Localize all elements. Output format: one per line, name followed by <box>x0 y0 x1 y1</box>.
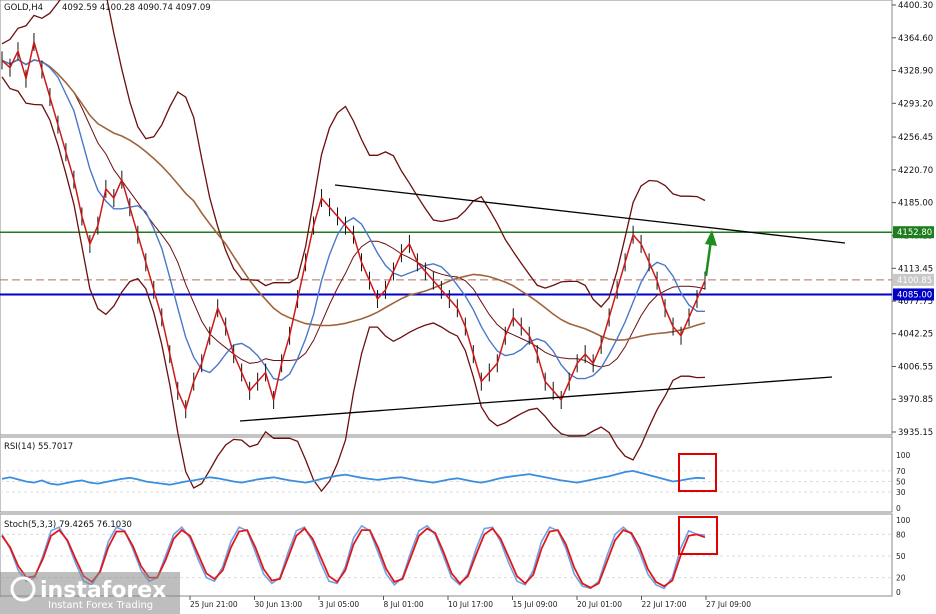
time-tick-label: 27 Jul 09:00 <box>706 600 751 609</box>
watermark-tagline: Instant Forex Trading <box>48 600 153 611</box>
price-tick-label: 4364.60 <box>898 34 933 44</box>
price-tick-label: 3970.85 <box>898 395 933 405</box>
time-tick-label: 30 Jun 13:00 <box>255 600 303 609</box>
rsi-tick-label: 30 <box>896 488 906 497</box>
stoch-tick-label: 20 <box>896 574 906 583</box>
rsi-tick-label: 70 <box>896 467 906 476</box>
price-tick-label: 4256.45 <box>898 133 933 143</box>
price-tick-label: 4042.25 <box>898 330 933 340</box>
time-tick-label: 20 Jul 01:00 <box>577 600 622 609</box>
time-axis: 25 Jun 21:00 30 Jun 13:00 3 Jul 05:00 8 Jul… <box>189 596 751 609</box>
price-tick-label: 4400.30 <box>898 1 933 11</box>
stoch-label: Stoch(5,3,3) 79.4265 76.1030 <box>4 520 132 530</box>
chart-ohlc-values: 4092.59 4100.28 4090.74 4097.09 <box>62 3 211 13</box>
time-tick-label: 10 Jul 17:00 <box>448 600 493 609</box>
rsi-label: RSI(14) 55.7017 <box>4 442 73 452</box>
rsi-pane <box>0 436 893 513</box>
time-tick-label: 15 Jul 09:00 <box>513 600 558 609</box>
stoch-tick-label: 50 <box>896 552 906 561</box>
price-tick-label: 4220.70 <box>898 166 933 176</box>
chart-symbol: GOLD,H4 <box>4 3 43 13</box>
price-tick-label: 4293.20 <box>898 99 933 109</box>
main-price-pane <box>0 0 893 436</box>
time-tick-label: 22 Jul 17:00 <box>642 600 687 609</box>
stoch-tick-label: 100 <box>896 516 911 525</box>
price-tag-label: 4152.80 <box>897 228 932 238</box>
price-tick-label: 4006.55 <box>898 362 933 372</box>
price-tick-label: 4113.45 <box>898 264 933 274</box>
chart-canvas: GOLD,H4 4092.59 4100.28 4090.74 4097.09 … <box>0 0 934 614</box>
time-tick-label: 25 Jun 21:00 <box>190 600 238 609</box>
price-tag-label: 4100.85 <box>897 276 932 286</box>
time-tick-label: 3 Jul 05:00 <box>319 600 359 609</box>
price-tick-label: 3935.15 <box>898 428 933 438</box>
price-tick-label: 4328.90 <box>898 67 933 77</box>
price-tags: 4152.80 4100.85 4085.00 <box>893 226 934 301</box>
price-tick-label: 4185.00 <box>898 199 933 209</box>
rsi-tick-label: 100 <box>896 451 911 460</box>
stoch-tick-label: 80 <box>896 530 906 539</box>
rsi-tick-label: 0 <box>896 504 901 513</box>
stoch-tick-label: 0 <box>896 588 901 597</box>
time-tick-label: 8 Jul 01:00 <box>384 600 424 609</box>
rsi-tick-label: 50 <box>896 478 906 487</box>
price-tag-label: 4085.00 <box>897 290 932 300</box>
price-axis: 4400.30 4364.60 4328.90 4293.20 4256.45 4220.… <box>892 1 933 438</box>
